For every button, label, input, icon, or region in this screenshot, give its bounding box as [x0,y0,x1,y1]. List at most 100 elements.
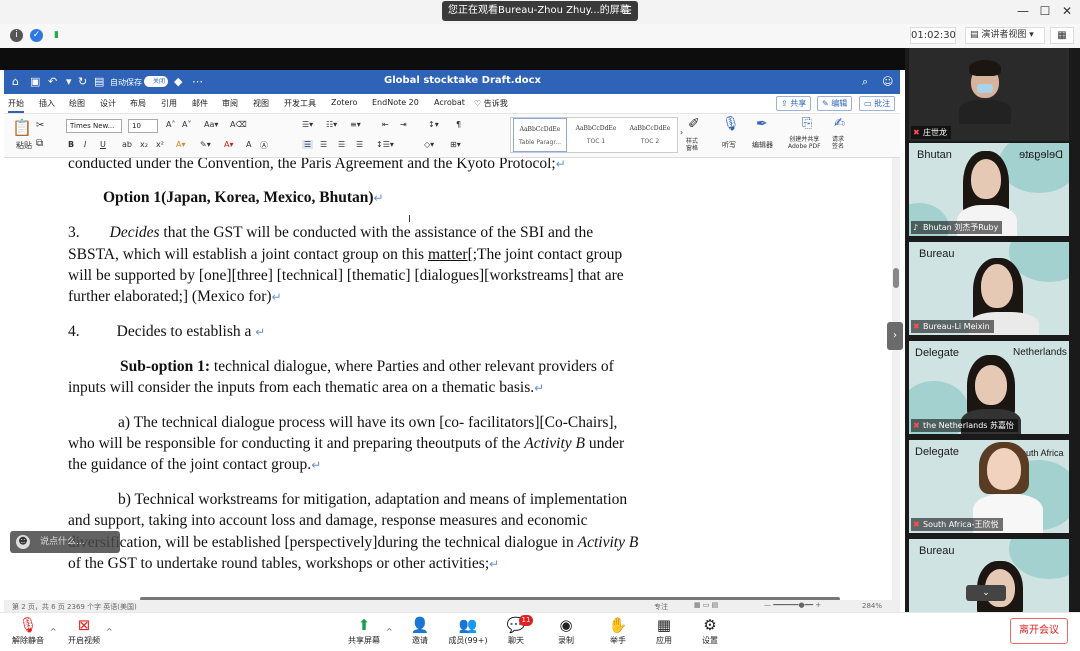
info-icon[interactable]: i [10,29,23,42]
redo-icon[interactable]: ↻ [78,75,87,88]
apps-button[interactable]: ▦ 应用 [638,615,690,646]
chevron-up-icon[interactable]: ^ [106,627,113,636]
record-button[interactable]: ◉ 录制 [540,615,592,646]
raise-hand-button[interactable]: ✋ 举手 [592,615,644,646]
chevron-up-icon[interactable]: ^ [386,627,393,636]
participant-tile[interactable]: ✖ 庄世龙 [909,48,1069,141]
participant-tile[interactable]: Delegate Netherlands ✖ the Netherlands 苏嘉… [909,341,1069,434]
account-icon[interactable]: ☺ [882,75,893,88]
align-right-icon[interactable]: ☰ [338,140,345,149]
undo-icon[interactable]: ↶ [48,75,57,88]
signature-icon[interactable]: ✍ [834,116,845,131]
tab-review[interactable]: 审阅 [222,98,238,109]
participant-tile[interactable]: Delegate outh Africa ✖ South Africa-王欣悦 [909,440,1069,533]
more-icon[interactable]: ⋯ [192,75,203,88]
align-center-icon[interactable]: ☰ [320,140,327,149]
chevron-down-icon[interactable]: ▾ [66,75,72,88]
show-marks-icon[interactable]: ¶ [456,120,461,129]
adobe-pdf-icon[interactable]: ⎘ [802,116,812,131]
editor-icon[interactable]: ✒ [756,116,768,132]
chevron-up-icon[interactable]: ^ [50,627,57,636]
style-table-paragraph[interactable]: AaBbCcDdEe Table Paragr... [513,118,567,152]
decrease-indent-icon[interactable]: ⇤ [382,120,389,129]
invite-button[interactable]: 👤 邀请 [394,615,446,646]
tab-home[interactable]: 开始 [8,98,24,113]
font-color-icon[interactable]: A▾ [224,140,234,149]
participant-tile[interactable]: Bureau ✖ Bureau-Li Meixin [909,242,1069,335]
justify-icon[interactable]: ☰ [356,140,363,149]
share-button[interactable]: ⇪ 共享 [776,96,812,111]
menu-icon[interactable]: ☰ [622,1,632,21]
highlight-icon[interactable]: ✎▾ [200,140,211,149]
signal-icon[interactable]: ▮ [50,29,63,42]
change-case-icon[interactable]: Aa▾ [204,120,218,129]
settings-button[interactable]: ⚙ 设置 [684,615,736,646]
shield-icon[interactable]: ✓ [30,29,43,42]
strikethrough-icon[interactable]: ab [122,140,132,149]
leave-meeting-button[interactable]: 离开会议 [1010,618,1068,644]
subscript-icon[interactable]: x₂ [140,140,148,149]
chevron-right-icon[interactable]: › [887,322,903,350]
char-shading-icon[interactable]: A [246,140,251,149]
reaction-chat-pill[interactable]: ☻ 说点什么... [10,531,120,553]
style-toc1[interactable]: AaBbCcDdEe TOC 1 [569,118,623,152]
chat-button[interactable]: 💬 11 聊天 [490,615,542,646]
copy-icon[interactable]: ⧉ [36,138,43,149]
superscript-icon[interactable]: x² [156,140,164,149]
tell-me[interactable]: ♡ 告诉我 [474,98,508,109]
zoom-slider[interactable]: — ━━━━━━●━━ + [764,601,821,609]
shrink-font-icon[interactable]: A˅ [182,120,191,129]
emoji-icon[interactable]: ☻ [16,535,30,549]
style-toc2[interactable]: AaBbCcDdEe TOC 2 [623,118,677,152]
vertical-scrollbar[interactable] [892,158,900,600]
participant-tile[interactable]: Bhutan Delegate ♪ Bhutan 刘杰予Ruby [909,143,1069,236]
share-banner[interactable]: 您正在观看Bureau-Zhou Zhuy...的屏幕 ☰ [442,1,638,21]
font-name-select[interactable]: Times New... [66,119,122,133]
tab-layout[interactable]: 布局 [130,98,146,109]
increase-indent-icon[interactable]: ⇥ [400,120,407,129]
tab-zotero[interactable]: Zotero [331,98,357,107]
cut-icon[interactable]: ✂ [36,120,44,131]
close-icon[interactable]: ✕ [1058,4,1076,18]
italic-icon[interactable]: I [84,140,86,149]
sort-icon[interactable]: ↕▾ [428,120,439,129]
participant-tile[interactable]: Bureau [909,539,1069,612]
start-video-button[interactable]: ⊠ 开启视频 [58,615,110,646]
tab-acrobat[interactable]: Acrobat [434,98,465,107]
focus-label[interactable]: 专注 [654,602,668,612]
tab-references[interactable]: 引用 [161,98,177,109]
line-spacing-icon[interactable]: ↕☰▾ [376,140,394,149]
underline-icon[interactable]: U [100,140,106,149]
view-switch-button[interactable]: ▤ 演讲者视图 ▾ [965,27,1045,44]
multilevel-icon[interactable]: ≡▾ [350,120,361,129]
font-size-select[interactable]: 10 [128,119,158,133]
tab-mailings[interactable]: 邮件 [192,98,208,109]
print-icon[interactable]: ▤ [94,75,104,88]
save-icon[interactable]: ▣ [30,75,40,88]
bold-icon[interactable]: B [68,140,74,149]
home-icon[interactable]: ⌂ [12,75,19,88]
clear-format-icon[interactable]: A⌫ [230,120,247,129]
chevron-down-icon[interactable]: ⌄ [966,585,1006,601]
tab-view[interactable]: 视图 [253,98,269,109]
edit-button[interactable]: ✎ 编辑 [817,96,853,111]
grow-font-icon[interactable]: A˄ [166,120,175,129]
tab-developer[interactable]: 开发工具 [284,98,316,109]
document-page[interactable]: conducted under the Convention, the Pari… [4,158,892,600]
tab-insert[interactable]: 插入 [39,98,55,109]
paste-icon[interactable]: 📋 [12,118,32,137]
autosave-toggle[interactable]: 关闭 [144,76,168,87]
paint-icon[interactable]: ◆ [174,75,182,88]
scroll-thumb[interactable] [893,268,899,288]
gallery-chevron-icon[interactable]: › [680,128,683,137]
members-button[interactable]: 👥 成员(99+) [442,615,494,646]
styles-pane-icon[interactable]: ✐ [688,116,700,132]
tab-design[interactable]: 设计 [100,98,116,109]
comment-button[interactable]: ▭ 批注 [859,96,896,111]
shading-icon[interactable]: ◇▾ [424,140,434,149]
text-effects-icon[interactable]: A▾ [176,140,186,149]
layout-icon[interactable]: ▦ ▭ ▤ [694,601,718,609]
char-border-icon[interactable]: Ⓐ [260,140,268,151]
unmute-button[interactable]: 🎙 解除静音 [2,615,54,646]
align-left-icon[interactable]: ☰ [302,140,314,149]
